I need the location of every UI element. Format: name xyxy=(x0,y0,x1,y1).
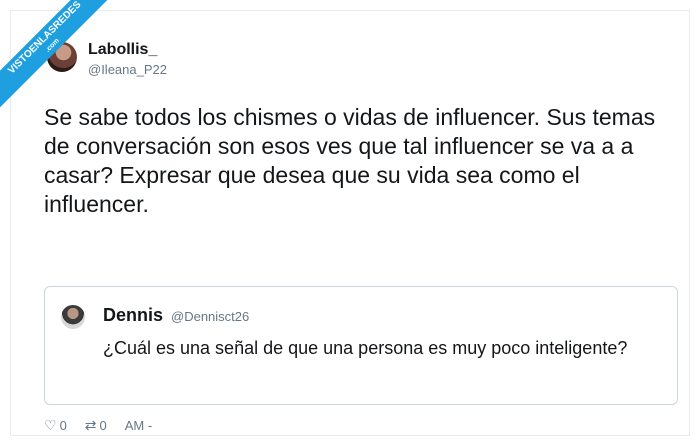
watermark-ribbon: VISTOENLASREDES .com xyxy=(0,0,140,140)
quoted-tweet[interactable]: Dennis @Dennisct26 ¿Cuál es una señal de… xyxy=(44,286,678,405)
retweet-button[interactable]: ⇄ 0 xyxy=(85,417,107,434)
watermark-text: VISTOENLASREDES .com xyxy=(0,0,128,121)
watermark-brand: VISTOENLASREDES xyxy=(6,0,84,77)
quoted-avatar[interactable] xyxy=(61,305,85,329)
retweet-icon: ⇄ xyxy=(84,416,97,433)
quoted-author-handle[interactable]: @Dennisct26 xyxy=(171,309,249,324)
quoted-author-name[interactable]: Dennis xyxy=(103,305,163,326)
retweet-count: 0 xyxy=(99,417,107,433)
quoted-text: ¿Cuál es una señal de que una persona es… xyxy=(103,338,628,358)
like-button[interactable]: ♡ 0 xyxy=(44,417,67,434)
tweet-time[interactable]: AM - xyxy=(125,418,152,433)
tweet-actions: ♡ 0 ⇄ 0 AM - xyxy=(44,415,152,435)
like-count: 0 xyxy=(59,417,67,433)
heart-icon: ♡ xyxy=(44,416,57,433)
